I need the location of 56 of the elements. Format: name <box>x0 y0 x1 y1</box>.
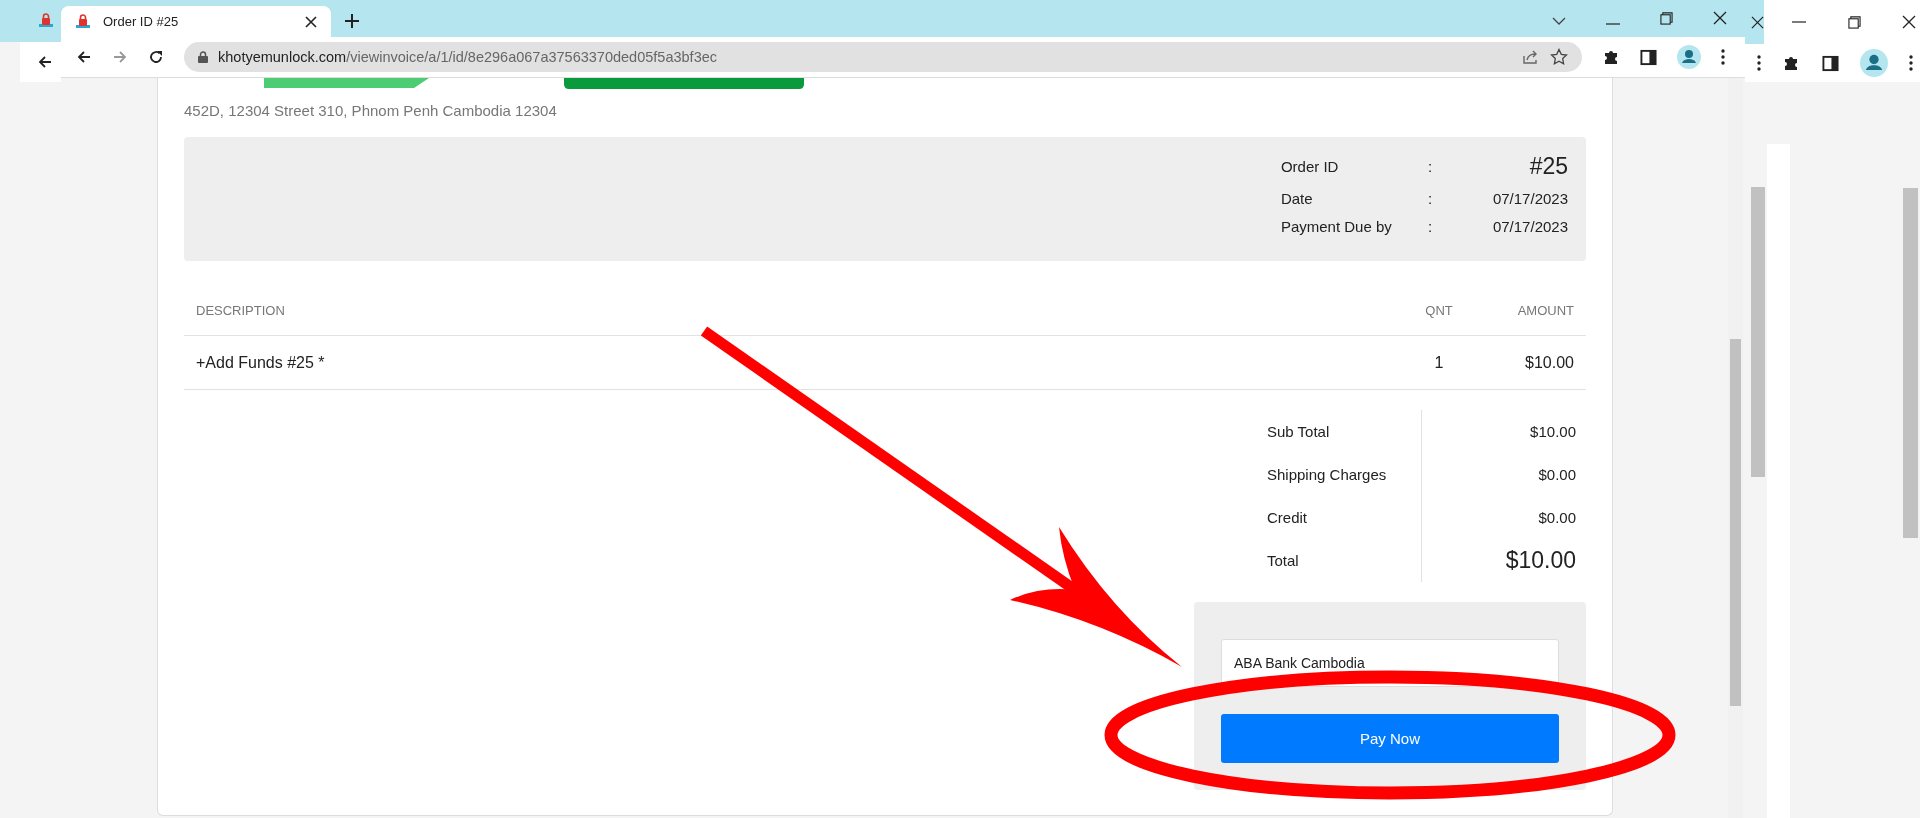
company-address: 452D, 12304 Street 310, Phnom Penh Cambodia 12304 <box>184 102 558 119</box>
restore-icon[interactable] <box>1660 12 1673 25</box>
total-label: Credit <box>1267 496 1422 539</box>
item-description: +Add Funds #25 * <box>195 353 326 372</box>
sidebar-icon[interactable] <box>1640 48 1657 66</box>
lock-icon <box>198 51 208 63</box>
item-quantity: 1 <box>1433 353 1445 372</box>
pay-now-button[interactable]: Pay Now <box>1221 714 1559 763</box>
close-icon[interactable] <box>305 15 317 28</box>
close-icon[interactable] <box>1902 15 1916 29</box>
scrollbar[interactable] <box>1903 188 1918 538</box>
order-info-label: Payment Due by <box>1280 217 1393 235</box>
total-label: Total <box>1267 539 1422 582</box>
sidebar-icon[interactable] <box>1821 54 1839 72</box>
order-info-value: #25 <box>1528 153 1568 181</box>
address-bar[interactable]: khotyemunlock.com/viewinvoice/a/1/id/8e296a067a37563370ded05f5a3bf3ec <box>184 42 1582 72</box>
colon-separator: : <box>1427 190 1434 208</box>
chevron-down-icon[interactable] <box>1552 17 1566 25</box>
star-icon[interactable] <box>1550 48 1568 66</box>
forward-icon[interactable] <box>112 49 128 65</box>
close-icon[interactable] <box>1713 11 1727 25</box>
avatar-icon[interactable] <box>1859 49 1888 77</box>
tab-title: Order ID #25 <box>103 14 180 29</box>
colon-separator: : <box>1427 158 1434 176</box>
url-text: khotyemunlock.com/viewinvoice/a/1/id/8e296a067a37563370ded05f5a3bf3ec <box>218 49 717 65</box>
back-icon[interactable] <box>37 54 53 70</box>
total-value: $0.00 <box>1537 509 1576 526</box>
avatar-icon[interactable] <box>1677 45 1701 69</box>
back-icon[interactable] <box>76 49 92 65</box>
order-info-label: Date <box>1280 190 1314 208</box>
scrollbar[interactable] <box>1751 187 1765 477</box>
browser-tab[interactable]: Order ID #25 <box>61 6 331 37</box>
total-label: Shipping Charges <box>1267 453 1422 496</box>
restore-icon[interactable] <box>1847 15 1861 29</box>
total-value: $10.00 <box>1504 547 1576 574</box>
menu-icon[interactable] <box>1721 49 1725 65</box>
puzzle-icon[interactable] <box>1602 48 1620 66</box>
order-info-value: 07/17/2023 <box>1492 190 1568 208</box>
lock-favicon-icon <box>75 13 91 30</box>
close-icon[interactable] <box>1751 15 1764 29</box>
total-label: Sub Total <box>1267 410 1422 453</box>
menu-icon[interactable] <box>1757 55 1761 71</box>
column-header: QNT <box>1424 302 1454 318</box>
total-value: $0.00 <box>1537 466 1576 483</box>
item-amount: $10.00 <box>1524 353 1575 372</box>
share-icon[interactable] <box>1522 49 1540 65</box>
column-header: DESCRIPTION <box>195 302 286 318</box>
lock-favicon-icon[interactable] <box>38 13 54 29</box>
order-info-value: 07/17/2023 <box>1492 217 1568 235</box>
total-value: $10.00 <box>1529 423 1576 440</box>
new-tab-icon[interactable] <box>345 14 359 28</box>
reload-icon[interactable] <box>148 49 164 65</box>
order-info-label: Order ID <box>1280 158 1340 176</box>
colon-separator: : <box>1427 217 1434 235</box>
column-header: AMOUNT <box>1516 302 1575 318</box>
menu-icon[interactable] <box>1909 55 1913 71</box>
